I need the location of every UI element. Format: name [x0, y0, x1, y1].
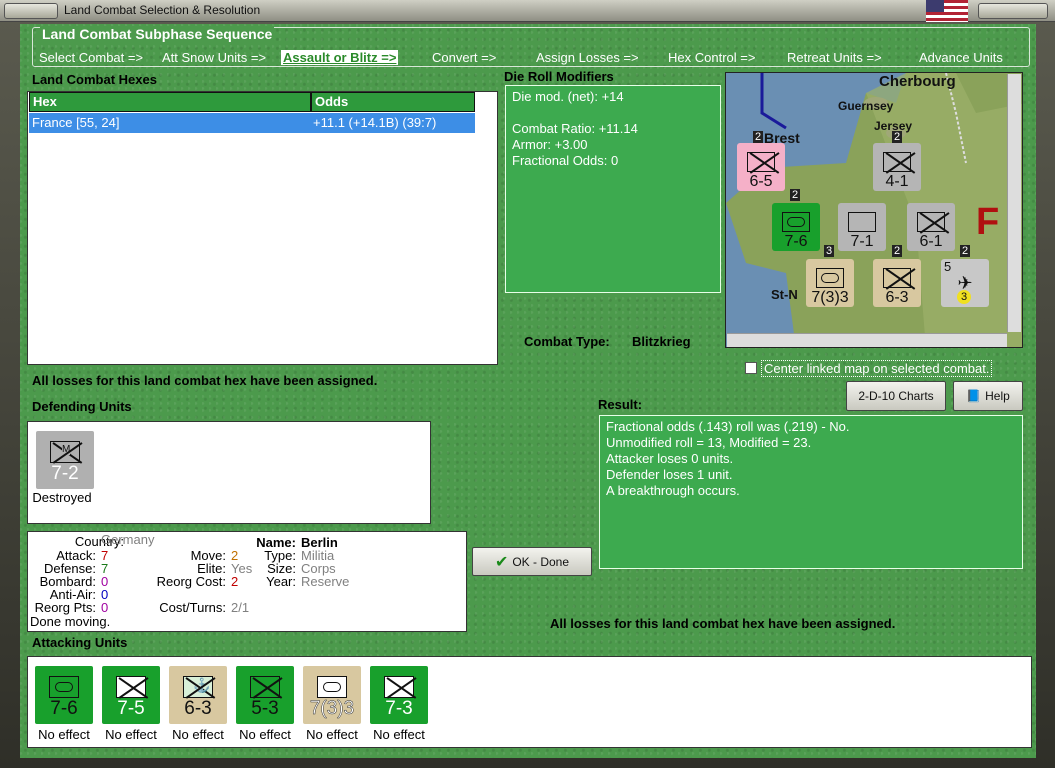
attacking-unit-counter[interactable]: 7(3)3	[303, 666, 361, 724]
aircraft-counter[interactable]: 5 ✈ 3	[941, 259, 989, 307]
defending-unit-status: Destroyed	[32, 490, 92, 505]
result-line: A breakthrough occurs.	[606, 483, 740, 498]
seq-hex-control: Hex Control =>	[668, 50, 756, 65]
attacking-unit-counter[interactable]: 7-6	[35, 666, 93, 724]
ok-done-label: OK - Done	[512, 554, 570, 569]
map-counter[interactable]: 7-1	[838, 203, 886, 251]
attacking-unit-status: No effect	[373, 727, 425, 742]
attacking-unit-counter[interactable]: 5-3	[236, 666, 294, 724]
combat-type-value: Blitzkrieg	[632, 334, 691, 349]
result-line: Defender loses 1 unit.	[606, 467, 733, 482]
defending-label: Defending Units	[32, 399, 132, 414]
seq-assign-losses: Assign Losses =>	[536, 50, 639, 65]
nation-letter: F	[976, 201, 1000, 243]
attacking-unit-status: No effect	[38, 727, 90, 742]
losses-message: All losses for this land combat hex have…	[32, 373, 378, 388]
result-line: Fractional odds (.143) roll was (.219) -…	[606, 419, 850, 434]
map-horizontal-scrollbar[interactable]	[727, 333, 1007, 347]
title-bar: Land Combat Selection & Resolution	[0, 0, 1055, 22]
table-row[interactable]: France [55, 24] +11.1 (+14.1B) (39:7)	[29, 113, 475, 133]
die-roll-label: Die Roll Modifiers	[504, 69, 614, 84]
map-place-label: St-N	[771, 287, 798, 302]
stack-count: 3	[824, 245, 835, 257]
unit-info-panel: Country: Germany Attack: 7 Defense: 7 Bomba…	[27, 531, 467, 632]
center-map-label: Center linked map on selected combat.	[761, 360, 993, 377]
mini-map[interactable]: Cherbourg Guernsey Jersey Brest St-N F 6…	[725, 72, 1023, 348]
stack-count: 2	[892, 131, 903, 143]
center-map-checkbox[interactable]	[745, 362, 757, 374]
result-label: Result:	[598, 397, 643, 412]
help-book-icon: 📘	[966, 389, 982, 403]
map-counter[interactable]: 6-1	[907, 203, 955, 251]
stack-count: 2	[892, 245, 903, 257]
map-counter[interactable]: 7(3)3	[806, 259, 854, 307]
attacking-unit-counter[interactable]: 7-5	[102, 666, 160, 724]
attacking-unit-status: No effect	[306, 727, 358, 742]
stack-count: 2	[960, 245, 971, 257]
map-place-label: Cherbourg	[879, 73, 956, 90]
sequence-title: Land Combat Subphase Sequence	[40, 26, 275, 42]
attacking-unit-status: No effect	[105, 727, 157, 742]
die-roll-box: Die mod. (net): +14 Combat Ratio: +11.14…	[505, 85, 721, 293]
seq-convert: Convert =>	[432, 50, 497, 65]
seq-att-snow-units: Att Snow Units =>	[162, 50, 267, 65]
seq-assault-or-blitz: Assault or Blitz =>	[281, 50, 399, 65]
result-line: Unmodified roll = 13, Modified = 23.	[606, 435, 812, 450]
attacking-unit-status: No effect	[239, 727, 291, 742]
col-odds-header[interactable]: Odds	[311, 92, 475, 112]
checkmark-icon: ✔	[494, 553, 509, 571]
attacking-label: Attacking Units	[32, 635, 128, 650]
map-vertical-scrollbar[interactable]	[1007, 74, 1021, 332]
usa-flag-icon	[926, 0, 968, 22]
seq-retreat-units: Retreat Units =>	[787, 50, 882, 65]
help-button[interactable]: 📘 Help	[953, 381, 1023, 411]
charts-button[interactable]: 2-D-10 Charts	[846, 381, 946, 411]
result-line: Attacker loses 0 units.	[606, 451, 734, 466]
map-counter[interactable]: 4-1	[873, 143, 921, 191]
attacking-unit-status: No effect	[172, 727, 224, 742]
seq-select-combat: Select Combat =>	[39, 50, 144, 65]
stack-count: 2	[753, 131, 764, 143]
window-title: Land Combat Selection & Resolution	[64, 3, 261, 17]
attacking-unit-counter[interactable]: 7-3	[370, 666, 428, 724]
attacking-unit-counter[interactable]: ⚓ 6-3	[169, 666, 227, 724]
center-map-option[interactable]: Center linked map on selected combat.	[745, 360, 1023, 377]
col-hex-header[interactable]: Hex	[29, 92, 311, 112]
window-control-button[interactable]	[978, 3, 1048, 19]
hex-cell: France [55, 24]	[32, 115, 120, 130]
help-label: Help	[985, 389, 1010, 403]
fractional-odds-line: Fractional Odds: 0	[512, 153, 619, 168]
combat-type-label: Combat Type:	[524, 334, 610, 349]
map-counter[interactable]: 6-5	[737, 143, 785, 191]
defending-unit-counter[interactable]: M 7-2	[36, 431, 94, 489]
anchor-icon: ⚓	[193, 677, 211, 693]
stack-count: 2	[790, 189, 801, 201]
map-place-label: Guernsey	[838, 99, 894, 113]
ok-done-button[interactable]: ✔ OK - Done	[472, 547, 592, 576]
combat-ratio-line: Combat Ratio: +11.14	[512, 121, 638, 136]
hexes-label: Land Combat Hexes	[32, 72, 157, 87]
losses-message-2: All losses for this land combat hex have…	[550, 616, 896, 631]
odds-cell: +11.1 (+14.1B) (39:7)	[313, 115, 437, 130]
done-moving-text: Done moving.	[30, 614, 111, 629]
armor-line: Armor: +3.00	[512, 137, 588, 152]
seq-advance-units: Advance Units	[919, 50, 1003, 65]
die-mod-line: Die mod. (net): +14	[512, 89, 624, 104]
result-box: Fractional odds (.143) roll was (.219) -…	[599, 415, 1023, 569]
map-counter[interactable]: 6-3	[873, 259, 921, 307]
map-counter[interactable]: 7-6	[772, 203, 820, 251]
system-menu-button[interactable]	[4, 3, 58, 19]
